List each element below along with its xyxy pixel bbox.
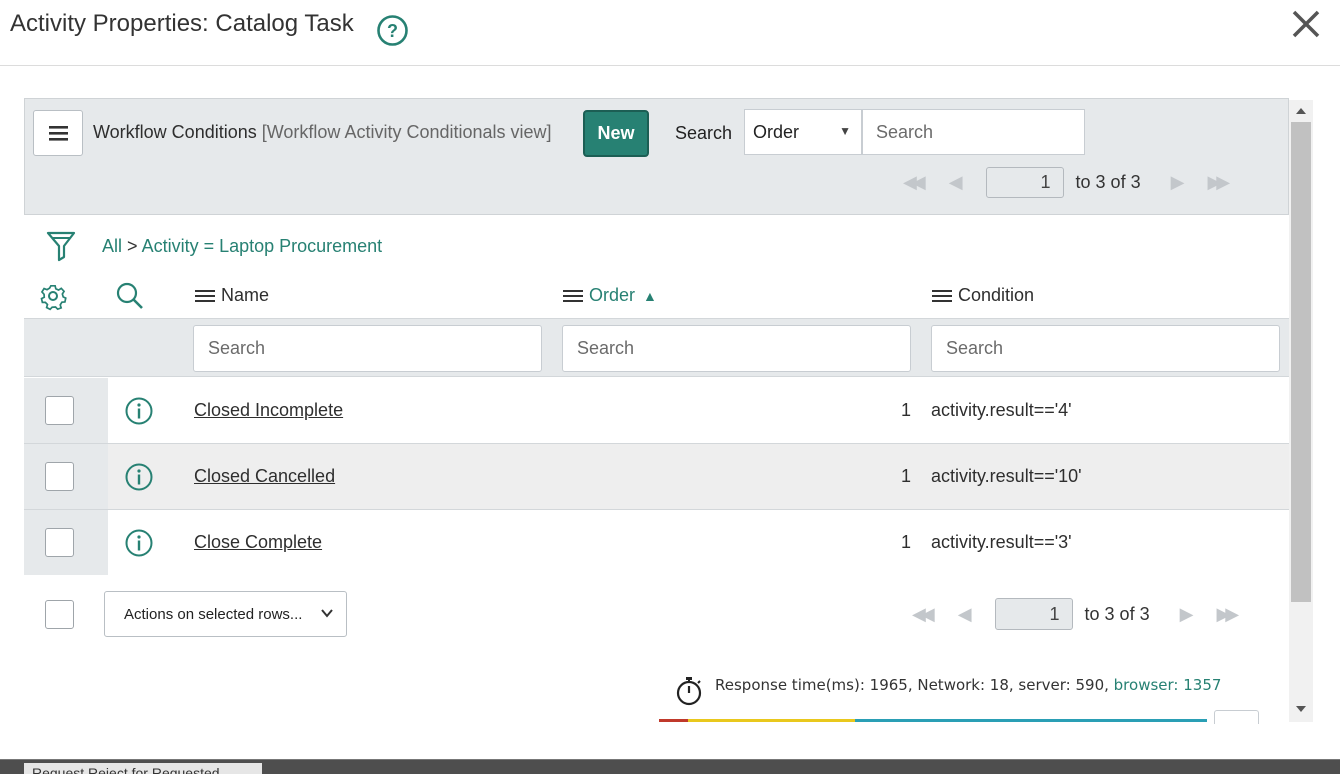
table-row: Closed Cancelled 1 activity.result=='10' xyxy=(24,444,1289,510)
filter-icon[interactable] xyxy=(46,230,76,262)
row-order-value: 1 xyxy=(900,400,911,420)
next-page-icon[interactable]: ▶ xyxy=(1171,172,1185,193)
info-icon[interactable] xyxy=(124,396,154,426)
search-field-select[interactable]: Order ▼ xyxy=(744,109,862,155)
stopwatch-icon xyxy=(676,677,702,706)
page-range-label: to 3 of 3 xyxy=(1084,603,1150,624)
table-row: Closed Incomplete 1 activity.result=='4' xyxy=(24,378,1289,444)
actions-select-label: Actions on selected rows... xyxy=(124,606,303,623)
search-icon[interactable] xyxy=(115,281,145,311)
chevron-down-icon xyxy=(321,609,333,618)
column-menu-icon[interactable] xyxy=(932,287,952,305)
column-header-order[interactable]: Order ▲ xyxy=(563,285,657,306)
close-icon[interactable] xyxy=(1288,6,1324,42)
column-condition-label[interactable]: Condition xyxy=(958,285,1034,306)
timing-bar-browser xyxy=(855,719,1207,722)
background-tab: Request Reject for Requested xyxy=(24,763,262,774)
dropdown-arrow-icon: ▼ xyxy=(839,124,851,138)
row-order-value: 1 xyxy=(900,466,911,486)
timing-bar-network xyxy=(659,719,688,722)
row-condition-value: activity.result=='10' xyxy=(931,466,1082,486)
sort-ascending-icon[interactable]: ▲ xyxy=(643,288,657,304)
first-page-icon[interactable]: ◀◀ xyxy=(903,172,926,193)
last-page-icon[interactable]: ▶▶ xyxy=(1207,172,1230,193)
column-menu-icon[interactable] xyxy=(563,287,583,305)
background-page: Request Reject for Requested xyxy=(0,759,1340,774)
select-all-checkbox[interactable] xyxy=(45,600,74,629)
dialog-titlebar: Activity Properties: Catalog Task ? xyxy=(0,0,1340,66)
list-menu-button[interactable] xyxy=(33,110,83,156)
list-title: Workflow Conditions [Workflow Activity C… xyxy=(93,122,552,143)
column-name-label[interactable]: Name xyxy=(221,285,269,306)
new-button[interactable]: New xyxy=(583,110,649,157)
help-icon[interactable]: ? xyxy=(376,14,409,47)
column-menu-icon[interactable] xyxy=(195,287,215,305)
column-header-name[interactable]: Name xyxy=(195,285,269,306)
search-label: Search xyxy=(675,123,733,143)
info-icon[interactable] xyxy=(124,528,154,558)
row-name-link[interactable]: Closed Incomplete xyxy=(194,400,343,421)
row-checkbox[interactable] xyxy=(45,462,74,491)
scroll-up-arrow-icon[interactable] xyxy=(1292,102,1310,120)
name-search-input[interactable] xyxy=(193,325,542,372)
page-range-label: to 3 of 3 xyxy=(1075,172,1141,192)
row-name-link[interactable]: Close Complete xyxy=(194,532,322,553)
breadcrumb-separator: > xyxy=(127,236,138,256)
gear-icon[interactable] xyxy=(38,281,68,311)
timing-bar-server xyxy=(688,719,855,722)
condition-search-input[interactable] xyxy=(931,325,1280,372)
page-number-input[interactable] xyxy=(985,167,1064,198)
order-search-input[interactable] xyxy=(562,325,911,372)
response-time-text: Response time(ms): 1965, Network: 18, se… xyxy=(715,676,1221,694)
page-number-input[interactable] xyxy=(994,598,1073,630)
browser-time-link[interactable]: browser: 1357 xyxy=(1114,676,1222,694)
next-page-icon[interactable]: ▶ xyxy=(1180,604,1194,625)
breadcrumb-all[interactable]: All xyxy=(102,236,122,256)
menu-icon xyxy=(49,126,68,141)
actions-select[interactable]: Actions on selected rows... xyxy=(104,591,347,637)
dialog-title: Activity Properties: Catalog Task xyxy=(10,10,354,37)
first-page-icon[interactable]: ◀◀ xyxy=(912,604,935,625)
search-field-value: Order xyxy=(753,122,800,142)
list-view-name: [Workflow Activity Conditionals view] xyxy=(261,122,552,142)
info-icon[interactable] xyxy=(124,462,154,492)
timing-toggle-button[interactable] xyxy=(1214,710,1259,724)
bottom-pager: ◀◀ ◀ to 3 of 3 ▶ ▶▶ xyxy=(912,598,1239,630)
last-page-icon[interactable]: ▶▶ xyxy=(1216,604,1239,625)
svg-text:?: ? xyxy=(387,21,398,41)
row-checkbox[interactable] xyxy=(45,528,74,557)
scroll-down-arrow-icon[interactable] xyxy=(1292,700,1310,718)
row-order-value: 1 xyxy=(900,532,911,552)
row-condition-value: activity.result=='4' xyxy=(931,400,1072,420)
response-time-values: Response time(ms): 1965, Network: 18, se… xyxy=(715,676,1109,694)
column-header-condition[interactable]: Condition xyxy=(932,285,1034,306)
previous-page-icon[interactable]: ◀ xyxy=(949,172,963,193)
breadcrumb: All > Activity = Laptop Procurement xyxy=(102,236,382,257)
scrollbar-thumb[interactable] xyxy=(1291,122,1311,602)
top-pager: ◀◀ ◀ to 3 of 3 ▶ ▶▶ xyxy=(903,167,1230,198)
row-checkbox[interactable] xyxy=(45,396,74,425)
table-row: Close Complete 1 activity.result=='3' xyxy=(24,510,1289,576)
row-condition-value: activity.result=='3' xyxy=(931,532,1072,552)
previous-page-icon[interactable]: ◀ xyxy=(958,604,972,625)
column-order-label[interactable]: Order xyxy=(589,285,635,306)
row-name-link[interactable]: Closed Cancelled xyxy=(194,466,335,487)
list-search-input[interactable] xyxy=(862,109,1085,155)
breadcrumb-filter[interactable]: Activity = Laptop Procurement xyxy=(142,236,383,256)
list-title-text: Workflow Conditions xyxy=(93,122,257,142)
